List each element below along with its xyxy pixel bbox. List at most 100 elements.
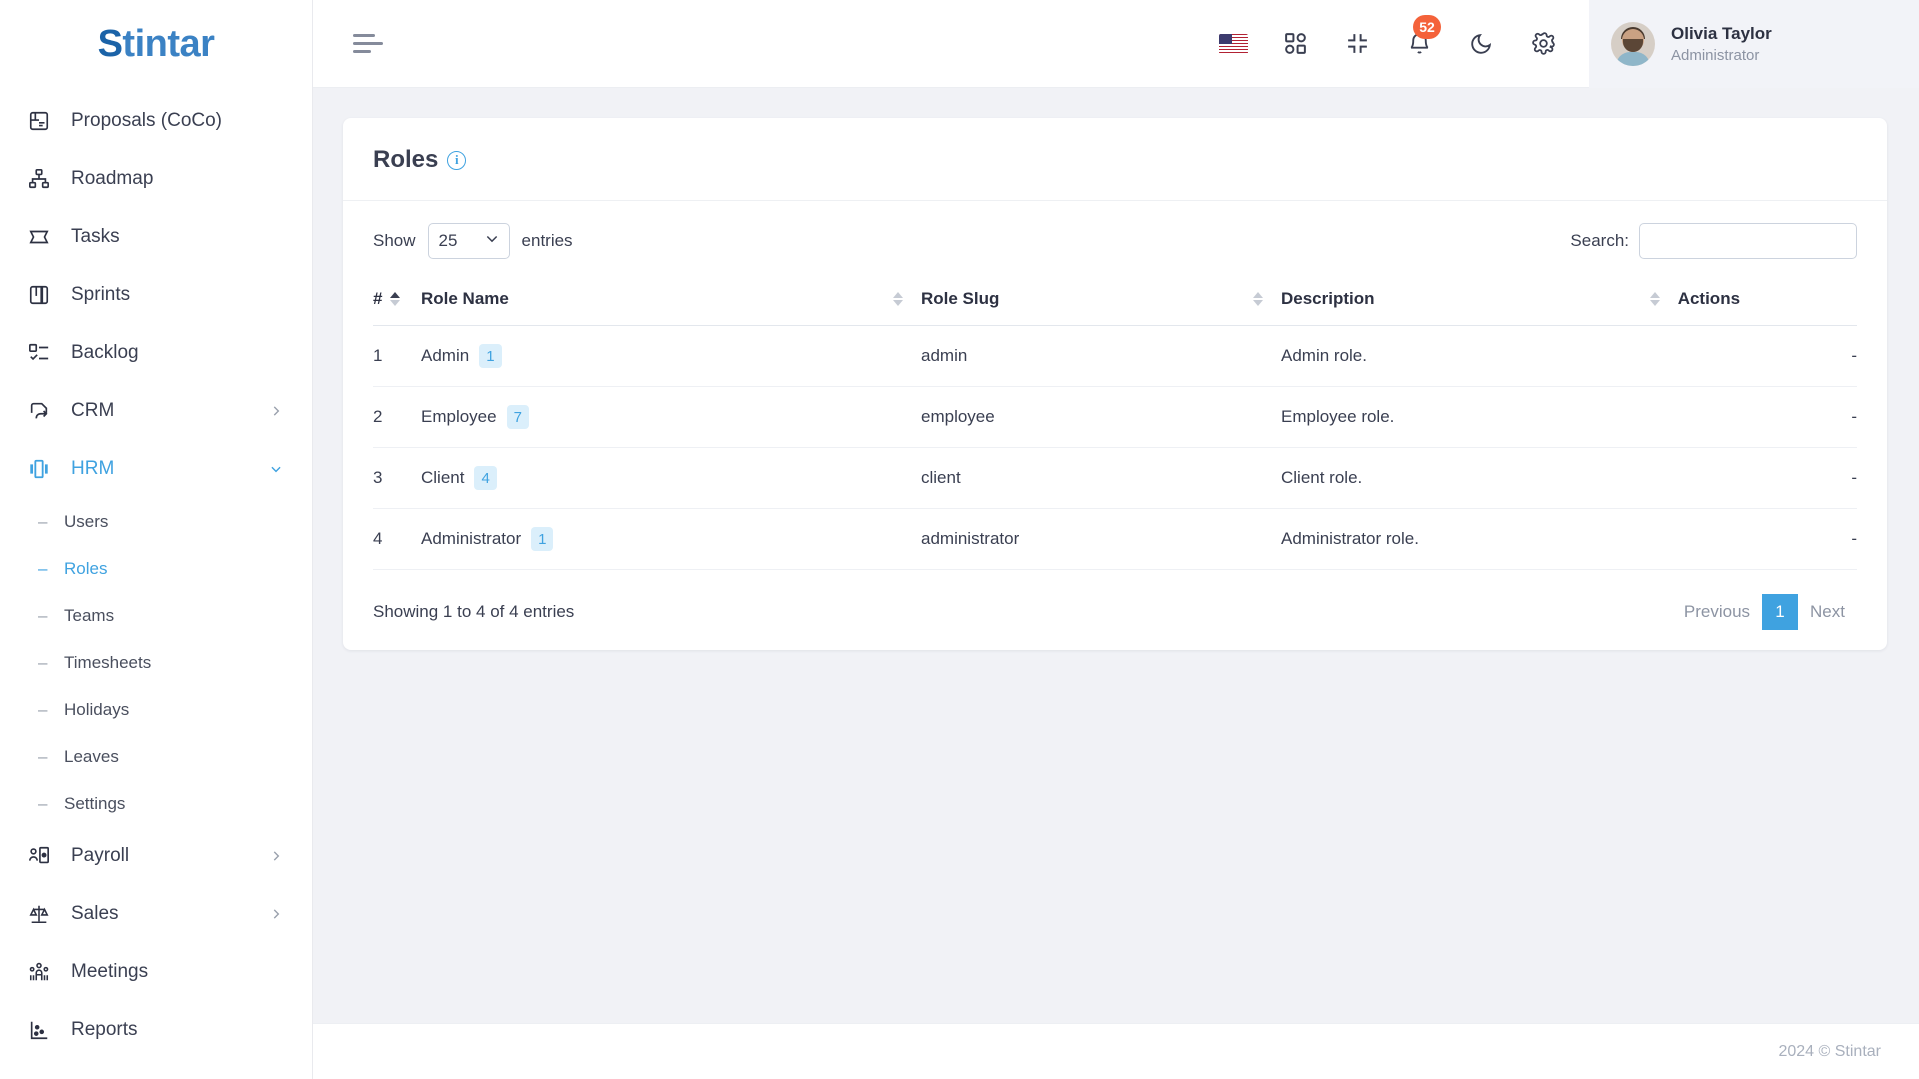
sidebar-subitem-label: Leaves (64, 746, 119, 766)
hamburger-line (353, 34, 375, 37)
sidebar-subitem-label: Teams (64, 605, 115, 625)
sidebar-subitem-label: Timesheets (64, 652, 152, 672)
sidebar-subitem-users[interactable]: – Users (0, 498, 312, 545)
user-role: Administrator (1671, 46, 1760, 64)
sidebar-item-meetings[interactable]: Meetings (0, 943, 312, 1001)
sidebar-subitem-timesheets[interactable]: – Timesheets (0, 639, 312, 686)
cell-num: 3 (373, 447, 421, 509)
cell-description: Employee role. (1281, 386, 1678, 448)
main-area: 52 Olivia Taylor Administrator Roles i S… (313, 0, 1919, 1079)
compress-icon[interactable] (1341, 28, 1373, 60)
table-controls: Show 25 entries Search: (373, 223, 1857, 259)
sidebar-subitem-leaves[interactable]: – Leaves (0, 733, 312, 780)
sidebar-item-label: CRM (71, 400, 115, 421)
role-count-badge: 7 (506, 405, 529, 429)
table-row[interactable]: 2 Employee 7 employee Employee role. - (373, 386, 1857, 448)
sidebar-item-reports[interactable]: Reports (0, 1001, 312, 1059)
sidebar-item-label: Meetings (71, 961, 149, 982)
sidebar-item-payroll[interactable]: Payroll (0, 827, 312, 885)
pagination-page-1[interactable]: 1 (1762, 594, 1799, 630)
sidebar-subitem-label: Holidays (64, 699, 130, 719)
payroll-icon (26, 843, 52, 869)
column-header-description[interactable]: Description (1281, 281, 1678, 326)
flag-canton (1218, 33, 1232, 45)
table-row[interactable]: 4 Administrator 1 administrator Administ… (373, 508, 1857, 570)
cell-role-name: Administrator 1 (421, 508, 921, 570)
column-header-role-slug[interactable]: Role Slug (921, 281, 1281, 326)
sidebar-item-sales[interactable]: Sales (0, 885, 312, 943)
cell-num: 4 (373, 508, 421, 570)
card-body: Show 25 entries Search: # Role Name Role… (343, 201, 1887, 650)
bullet-dash-icon: – (38, 699, 48, 719)
search-input[interactable] (1639, 223, 1857, 259)
pagination-previous[interactable]: Previous (1672, 594, 1762, 630)
hrm-icon (26, 456, 52, 482)
column-header-num[interactable]: # (373, 281, 421, 326)
cell-description: Client role. (1281, 447, 1678, 509)
language-selector[interactable] (1217, 28, 1249, 60)
brand-logo[interactable]: Stintar (0, 0, 312, 88)
sidebar-subitem-settings[interactable]: – Settings (0, 780, 312, 827)
sidebar-item-label: Payroll (71, 845, 130, 866)
sidebar-subitem-label: Users (64, 511, 109, 531)
chevron-right-icon (268, 906, 284, 922)
page-title: Roles (373, 146, 439, 173)
moon-icon[interactable] (1465, 28, 1497, 60)
sidebar-subitem-roles[interactable]: – Roles (0, 545, 312, 592)
cell-role-slug: client (921, 447, 1281, 509)
hamburger-icon[interactable] (353, 30, 387, 58)
info-icon[interactable]: i (447, 150, 467, 170)
sort-indicator-icon (1253, 292, 1263, 306)
user-meta: Olivia Taylor Administrator (1671, 24, 1772, 64)
sort-indicator-asc-icon (390, 292, 401, 306)
us-flag-icon (1218, 33, 1248, 54)
sidebar-subitem-holidays[interactable]: – Holidays (0, 686, 312, 733)
proposals-icon (26, 108, 52, 134)
apps-grid-icon[interactable] (1279, 28, 1311, 60)
search-control: Search: (1570, 223, 1857, 259)
cell-role-name: Admin 1 (421, 325, 921, 387)
table-row[interactable]: 1 Admin 1 admin Admin role. - (373, 325, 1857, 387)
sidebar-item-proposals[interactable]: Proposals (CoCo) (0, 92, 312, 150)
pagination-next[interactable]: Next (1798, 594, 1857, 630)
sidebar-item-backlog[interactable]: Backlog (0, 324, 312, 382)
page-length-select[interactable]: 25 (427, 223, 510, 259)
sidebar-subitem-label: Roles (64, 558, 108, 578)
sidebar-item-label: Sales (71, 903, 119, 924)
sidebar-item-sprints[interactable]: Sprints (0, 266, 312, 324)
cell-actions: - (1677, 325, 1857, 387)
gear-icon[interactable] (1527, 28, 1559, 60)
pagination: Previous 1 Next (1672, 594, 1857, 630)
sprints-icon (26, 282, 52, 308)
cell-description: Administrator role. (1281, 508, 1678, 570)
page-footer: 2024 © Stintar (313, 1023, 1919, 1079)
bullet-dash-icon: – (38, 605, 48, 625)
roles-card: Roles i Show 25 entries Search: # Role N… (343, 118, 1887, 650)
sort-indicator-icon (1649, 292, 1660, 306)
sidebar-subitem-teams[interactable]: – Teams (0, 592, 312, 639)
sidebar-item-label: Tasks (71, 226, 120, 247)
sidebar-item-roadmap[interactable]: Roadmap (0, 150, 312, 208)
role-count-badge: 1 (531, 527, 554, 551)
column-label: Description (1281, 289, 1375, 308)
bullet-dash-icon: – (38, 746, 48, 766)
column-header-role-name[interactable]: Role Name (421, 281, 921, 326)
sidebar-item-tasks[interactable]: Tasks (0, 208, 312, 266)
table-row[interactable]: 3 Client 4 client Client role. - (373, 447, 1857, 509)
sidebar-item-crm[interactable]: CRM (0, 382, 312, 440)
sidebar-item-hrm[interactable]: HRM (0, 440, 312, 498)
bullet-dash-icon: – (38, 511, 48, 531)
user-menu[interactable]: Olivia Taylor Administrator (1589, 0, 1919, 88)
crm-icon (26, 398, 52, 424)
column-label: Actions (1677, 289, 1741, 308)
sidebar-item-label: Roadmap (71, 168, 154, 189)
chevron-right-icon (268, 848, 284, 864)
notifications-button[interactable]: 52 (1403, 14, 1441, 60)
sidebar-item-label: Backlog (71, 342, 139, 363)
cell-role-slug: employee (921, 386, 1281, 448)
role-name-text: Employee (421, 407, 497, 426)
cell-num: 1 (373, 325, 421, 387)
show-label: Show (373, 231, 416, 250)
cell-role-slug: admin (921, 325, 1281, 387)
meetings-icon (26, 959, 52, 985)
